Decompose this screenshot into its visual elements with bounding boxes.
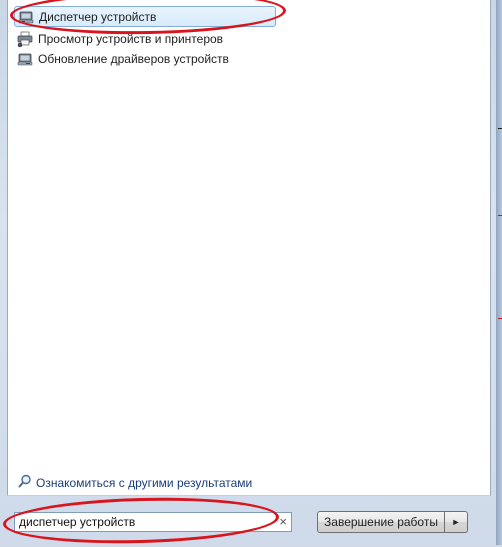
chevron-right-icon: ► bbox=[451, 517, 461, 527]
right-column-edge bbox=[496, 0, 502, 545]
start-menu: Диспетчер устройств Просмотр устройств и… bbox=[0, 0, 502, 547]
result-label: Диспетчер устройств bbox=[39, 9, 157, 24]
search-box[interactable]: × bbox=[14, 512, 292, 532]
search-icon bbox=[18, 474, 32, 491]
device-manager-icon bbox=[18, 9, 34, 25]
result-update-drivers[interactable]: Обновление драйверов устройств bbox=[14, 48, 229, 69]
shutdown-options-button[interactable]: ► bbox=[445, 511, 468, 533]
shutdown-label: Завершение работы bbox=[324, 515, 438, 529]
result-label: Обновление драйверов устройств bbox=[38, 51, 229, 66]
clear-search-icon[interactable]: × bbox=[279, 514, 287, 530]
devices-printers-icon bbox=[17, 31, 33, 47]
result-devices-printers[interactable]: Просмотр устройств и принтеров bbox=[14, 28, 223, 49]
result-device-manager[interactable]: Диспетчер устройств bbox=[14, 6, 276, 27]
edge-mark bbox=[498, 215, 502, 216]
see-more-results-link[interactable]: Ознакомиться с другими результатами bbox=[18, 474, 252, 491]
shutdown-button[interactable]: Завершение работы bbox=[317, 511, 445, 533]
see-more-results-label: Ознакомиться с другими результатами bbox=[36, 475, 253, 490]
search-results-pane: Диспетчер устройств Просмотр устройств и… bbox=[7, 0, 491, 496]
edge-mark bbox=[498, 318, 502, 319]
result-label: Просмотр устройств и принтеров bbox=[38, 31, 224, 46]
update-drivers-icon bbox=[17, 51, 33, 67]
edge-mark bbox=[498, 128, 502, 129]
search-input[interactable] bbox=[15, 513, 273, 531]
